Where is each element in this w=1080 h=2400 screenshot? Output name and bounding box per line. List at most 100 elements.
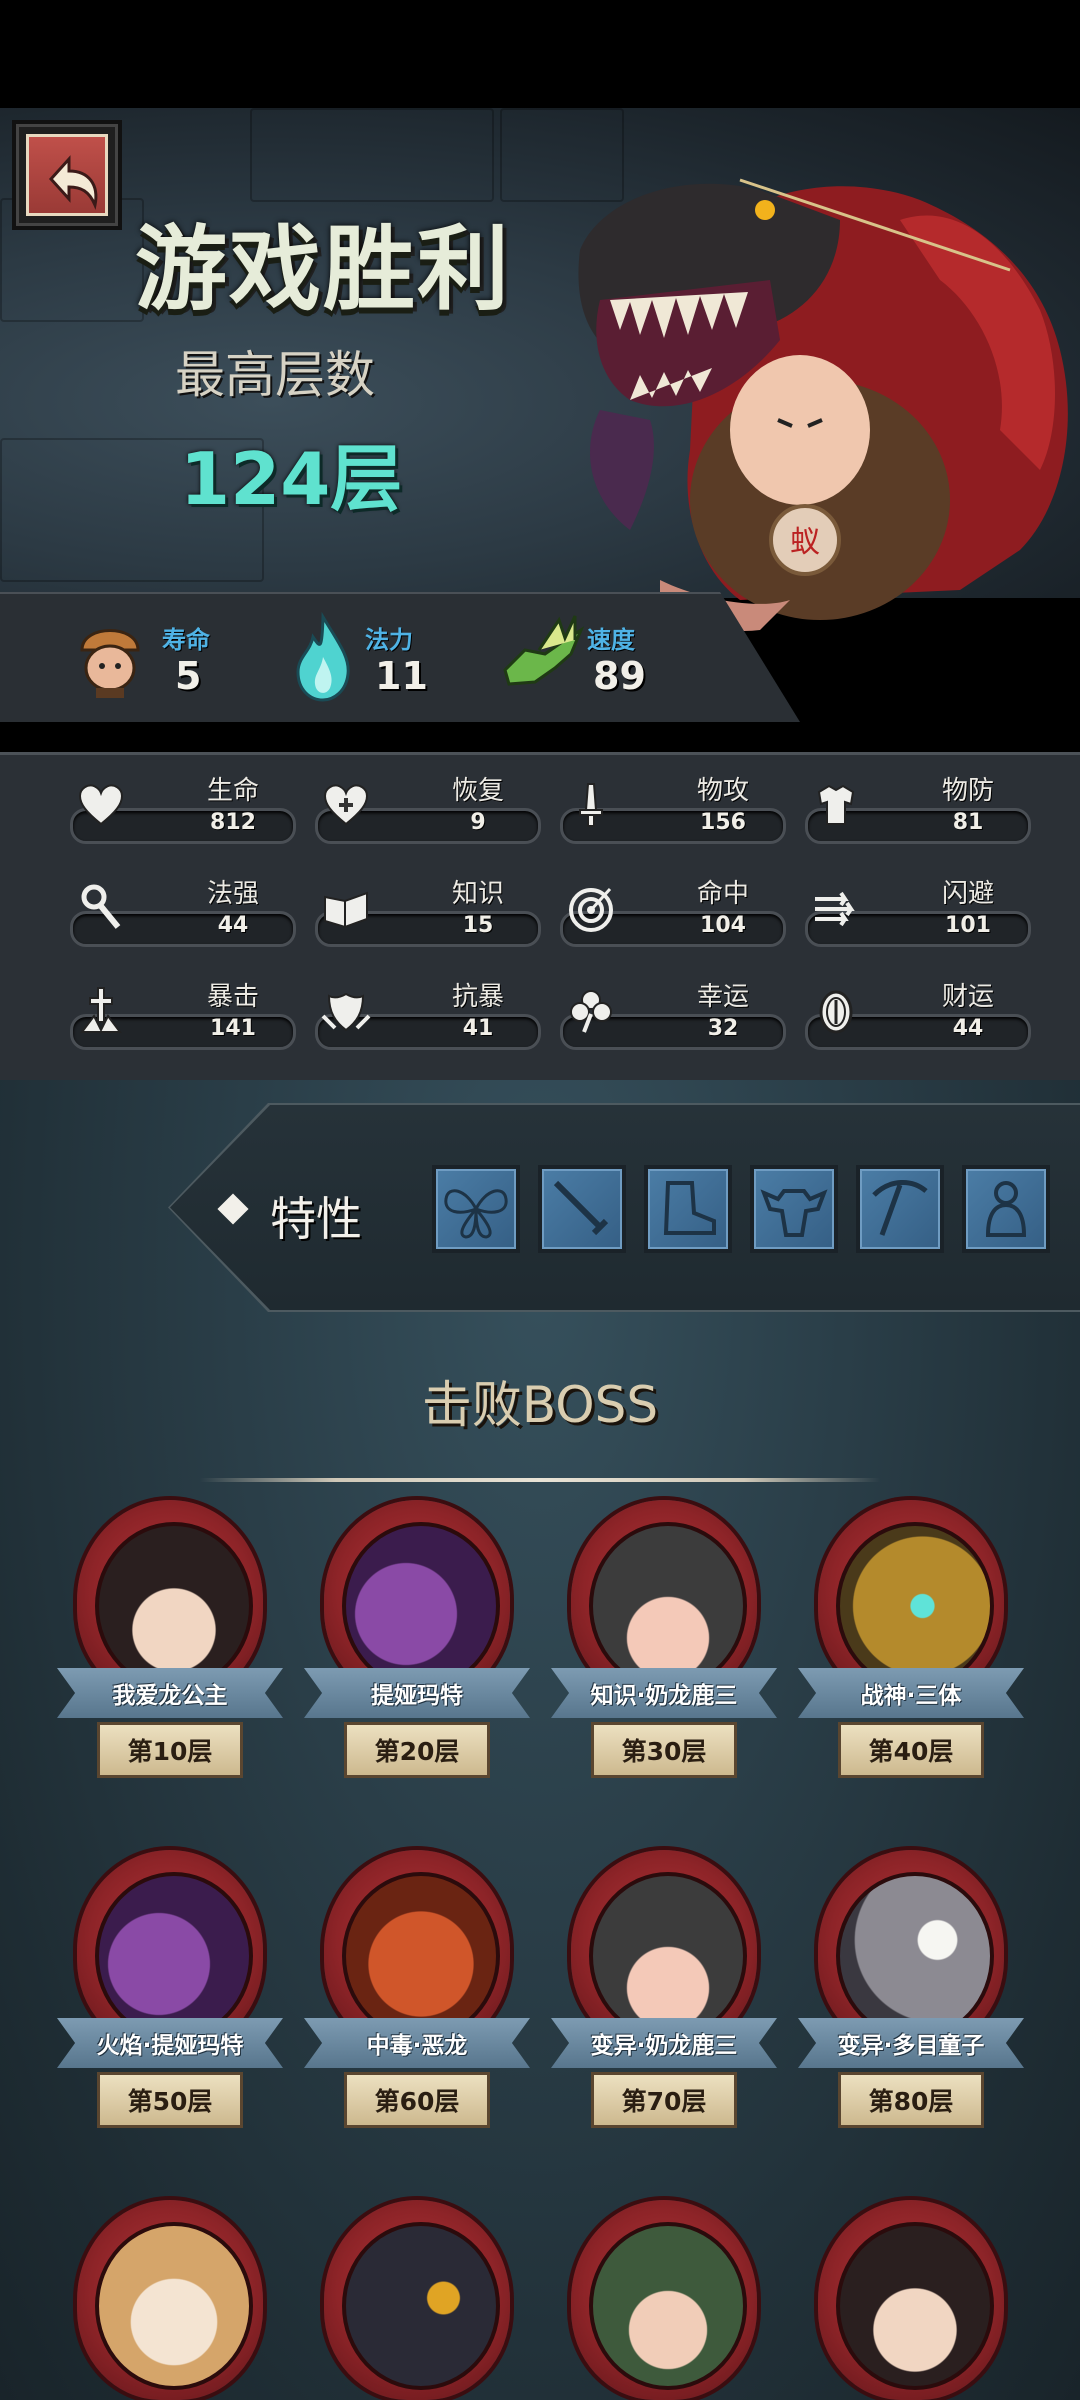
attr-label: 财运 <box>941 982 994 1012</box>
red-dragon-portrait <box>342 1872 500 2040</box>
boss-card[interactable] <box>55 2200 285 2400</box>
boot-icon <box>663 1181 716 1235</box>
princess-portrait <box>836 2222 994 2390</box>
blue-flame-icon <box>296 612 350 702</box>
purple-dragon-portrait <box>342 1522 500 1690</box>
back-button[interactable] <box>12 120 122 230</box>
target-icon <box>569 887 613 932</box>
sword-icon <box>579 783 603 827</box>
boss-divider <box>200 1478 880 1482</box>
attr-mpow: 法强 44 <box>70 873 296 953</box>
boss-floor: 第50层 <box>127 2087 213 2116</box>
purple-dragon-portrait <box>95 1872 253 2040</box>
attr-label: 物防 <box>941 776 994 806</box>
lifespan-value: 5 <box>175 654 202 698</box>
muscle-trait-icon[interactable] <box>750 1165 838 1253</box>
staff-icon <box>81 884 121 929</box>
mana-value: 11 <box>375 654 428 698</box>
dodge-arrows-icon <box>815 891 855 927</box>
dark-bird-portrait <box>342 2222 500 2390</box>
attr-value: 9 <box>470 810 486 835</box>
pickaxe-icon <box>872 1180 928 1236</box>
boss-card[interactable]: 火焰·提娅玛特 第50层 <box>55 1850 285 2180</box>
clover-icon <box>570 990 612 1033</box>
butterfly-icon <box>444 1189 508 1239</box>
boot-trait-icon[interactable] <box>644 1165 732 1253</box>
attr-label: 生命 <box>206 776 259 806</box>
mana-stat: 法力 11 <box>280 592 460 722</box>
boss-name: 提娅玛特 <box>371 1683 463 1709</box>
multi-eye-portrait <box>836 1872 994 2040</box>
attr-value: 104 <box>700 913 746 938</box>
attr-label: 抗暴 <box>451 982 504 1012</box>
crit-dagger-icon <box>80 987 122 1033</box>
attr-value: 44 <box>217 913 249 938</box>
blonde-lady-portrait <box>95 2222 253 2390</box>
attr-value: 15 <box>462 913 494 938</box>
boss-floor: 第20层 <box>374 1737 460 1766</box>
svg-text:蚁: 蚁 <box>790 525 820 560</box>
attr-value: 101 <box>945 913 991 938</box>
speed-stat: 速度 89 <box>495 592 695 722</box>
boss-card[interactable] <box>796 2200 1026 2400</box>
speed-value: 89 <box>593 654 646 698</box>
boss-card[interactable]: 变异·奶龙鹿三 第70层 <box>549 1850 779 2180</box>
lifespan-stat: 寿命 5 <box>60 592 240 722</box>
blade-trait-icon[interactable] <box>538 1165 626 1253</box>
attr-patk: 物攻 156 <box>560 770 786 850</box>
boss-name: 我爱龙公主 <box>112 1683 228 1709</box>
return-arrow-icon <box>48 155 98 211</box>
attr-label: 法强 <box>206 879 259 909</box>
heart-plus-icon <box>323 784 369 826</box>
dragon-boss-illustration: 蚁 <box>578 178 1068 631</box>
boss-card[interactable]: 中毒·恶龙 第60层 <box>302 1850 532 2180</box>
armor-icon <box>817 784 855 825</box>
boss-floor: 第60层 <box>374 2087 460 2116</box>
coin-icon <box>819 990 853 1034</box>
muscle-icon <box>760 1189 828 1237</box>
defeated-boss-title: 击败BOSS <box>421 1376 659 1434</box>
max-floor-value: 124层 <box>180 437 403 521</box>
boss-name: 战神·三体 <box>860 1683 962 1709</box>
attr-value: 41 <box>462 1016 494 1041</box>
princess-portrait <box>95 1522 253 1690</box>
boss-name: 变异·多目童子 <box>837 2033 985 2059</box>
golden-robot-portrait <box>836 1522 994 1690</box>
attr-value: 141 <box>210 1016 256 1041</box>
attr-pdef: 物防 81 <box>805 770 1031 850</box>
boss-card[interactable]: 知识·奶龙鹿三 第30层 <box>549 1500 779 1830</box>
attr-fortune: 财运 44 <box>805 976 1031 1056</box>
attr-label: 幸运 <box>696 982 749 1012</box>
boss-floor: 第80层 <box>868 2087 954 2116</box>
attr-value: 32 <box>707 1016 739 1041</box>
winged-boot-icon <box>503 615 585 686</box>
angry-pirate-portrait <box>589 2222 747 2390</box>
heart-icon <box>78 784 124 826</box>
pickaxe-trait-icon[interactable] <box>856 1165 944 1253</box>
hero-trait-icon[interactable] <box>962 1165 1050 1253</box>
boss-card[interactable]: 战神·三体 第40层 <box>796 1500 1026 1830</box>
helmet-character-icon <box>80 629 140 698</box>
hero-icon <box>985 1181 1027 1237</box>
max-floor-label: 最高层数 <box>175 346 375 404</box>
wall-brick <box>250 108 494 202</box>
attr-crit: 暴击 141 <box>70 976 296 1056</box>
boss-card[interactable]: 变异·多目童子 第80层 <box>796 1850 1026 2180</box>
boss-name: 变异·奶龙鹿三 <box>590 2033 738 2059</box>
boss-card[interactable] <box>302 2200 532 2400</box>
helmet-baby-portrait <box>589 1522 747 1690</box>
boss-card[interactable]: 我爱龙公主 第10层 <box>55 1500 285 1830</box>
book-icon <box>324 891 368 929</box>
butterfly-trait-icon[interactable] <box>432 1165 520 1253</box>
attr-label: 知识 <box>451 879 504 909</box>
attr-hp: 生命 812 <box>70 770 296 850</box>
boss-floor: 第70层 <box>621 2087 707 2116</box>
boss-card[interactable] <box>549 2200 779 2400</box>
attr-accuracy: 命中 104 <box>560 873 786 953</box>
game-victory-title: 游戏胜利 <box>135 216 512 323</box>
attr-value: 44 <box>952 1016 984 1041</box>
shield-wing-icon <box>321 992 371 1032</box>
boss-floor: 第10层 <box>127 1737 213 1766</box>
boss-card[interactable]: 提娅玛特 第20层 <box>302 1500 532 1830</box>
attr-label: 命中 <box>696 879 749 909</box>
